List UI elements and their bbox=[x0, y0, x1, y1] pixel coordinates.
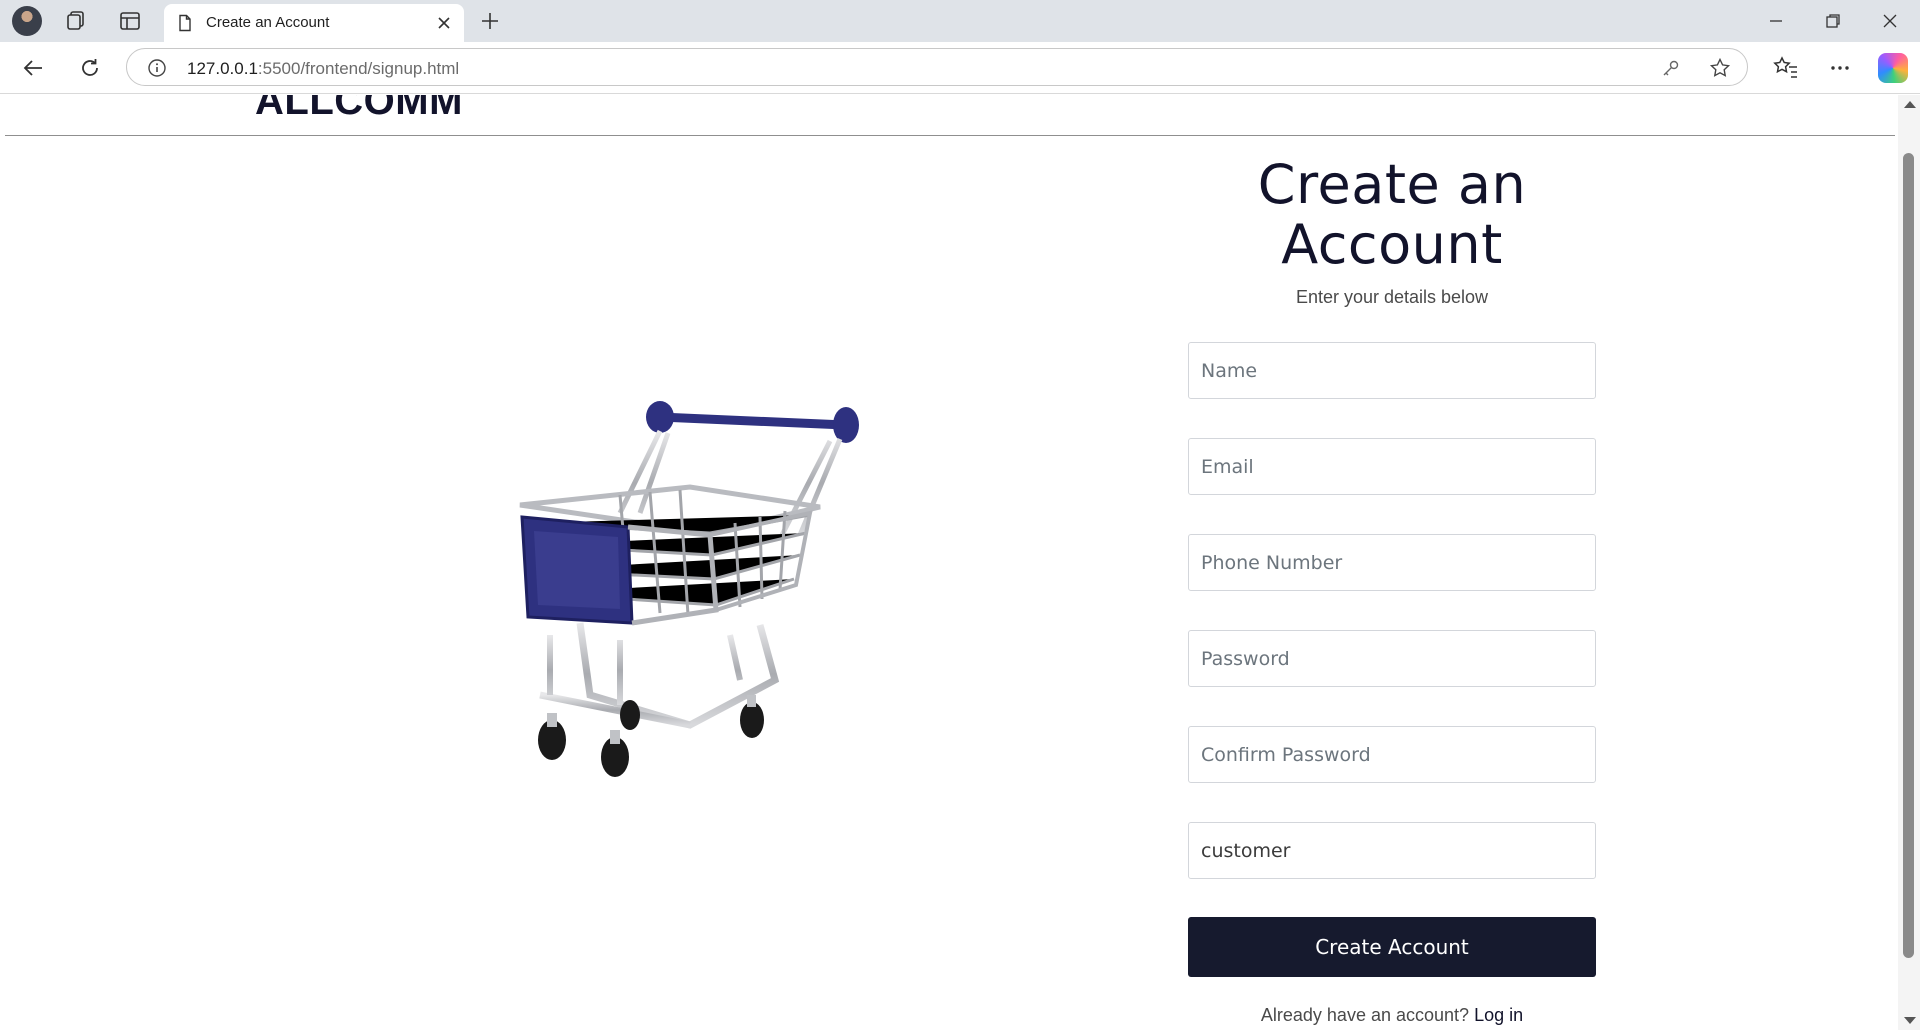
restore-icon[interactable] bbox=[1820, 8, 1846, 34]
role-select[interactable]: customer bbox=[1188, 822, 1596, 879]
site-header: ALLCOMM bbox=[5, 95, 1895, 136]
more-icon[interactable] bbox=[1826, 54, 1854, 82]
role-select-value: customer bbox=[1201, 839, 1291, 862]
shopping-cart-image bbox=[519, 401, 859, 777]
url-path: :5500/frontend/signup.html bbox=[257, 59, 460, 78]
name-input[interactable] bbox=[1188, 342, 1596, 399]
url-host: 127.0.0.1 bbox=[187, 59, 258, 78]
document-icon bbox=[179, 14, 191, 32]
page-subtitle: Enter your details below bbox=[1295, 287, 1489, 307]
favorites-icon[interactable] bbox=[1772, 54, 1800, 82]
page-scrollbar[interactable] bbox=[1898, 95, 1920, 1030]
back-arrow-icon[interactable] bbox=[20, 54, 48, 82]
tab-title: Create an Account bbox=[206, 14, 330, 31]
page-title: Create an Account bbox=[1257, 153, 1527, 276]
login-prompt-text: Already have an account? bbox=[1260, 1005, 1470, 1025]
key-icon[interactable] bbox=[1661, 58, 1681, 78]
site-logo[interactable]: ALLCOMM bbox=[255, 95, 463, 124]
phone-input[interactable] bbox=[1188, 534, 1596, 591]
info-icon[interactable] bbox=[147, 58, 167, 78]
page-viewport: ALLCOMM Create an Account Enter your det… bbox=[5, 95, 1900, 1030]
browser-tab-strip: Create an Account bbox=[0, 0, 1920, 42]
create-account-button[interactable]: Create Account bbox=[1188, 917, 1596, 977]
confirm-password-input[interactable] bbox=[1188, 726, 1596, 783]
close-window-icon[interactable] bbox=[1877, 8, 1903, 34]
scroll-thumb[interactable] bbox=[1903, 153, 1914, 958]
login-link[interactable]: Log in bbox=[1474, 1005, 1523, 1025]
password-input[interactable] bbox=[1188, 630, 1596, 687]
refresh-icon[interactable] bbox=[76, 54, 104, 82]
login-prompt: Already have an account? Log in bbox=[1188, 1005, 1596, 1026]
vertical-tabs-icon[interactable] bbox=[118, 9, 142, 33]
browser-toolbar: 127.0.0.1:5500/frontend/signup.html bbox=[0, 42, 1920, 94]
plus-icon[interactable] bbox=[478, 9, 502, 33]
scroll-down-arrow-icon[interactable] bbox=[1904, 1017, 1916, 1024]
close-icon[interactable] bbox=[434, 13, 454, 33]
email-input[interactable] bbox=[1188, 438, 1596, 495]
copilot-icon[interactable] bbox=[1878, 53, 1908, 83]
signup-form: Create an Account Enter your details bel… bbox=[1188, 155, 1596, 1026]
profile-avatar-icon[interactable] bbox=[12, 6, 42, 36]
workspaces-icon[interactable] bbox=[64, 9, 88, 33]
star-icon[interactable] bbox=[1709, 57, 1731, 79]
active-tab[interactable]: Create an Account bbox=[164, 4, 464, 42]
address-bar[interactable]: 127.0.0.1:5500/frontend/signup.html bbox=[126, 48, 1748, 86]
minimize-icon[interactable] bbox=[1763, 8, 1789, 34]
url-text: 127.0.0.1:5500/frontend/signup.html bbox=[187, 59, 459, 79]
scroll-up-arrow-icon[interactable] bbox=[1904, 101, 1916, 108]
